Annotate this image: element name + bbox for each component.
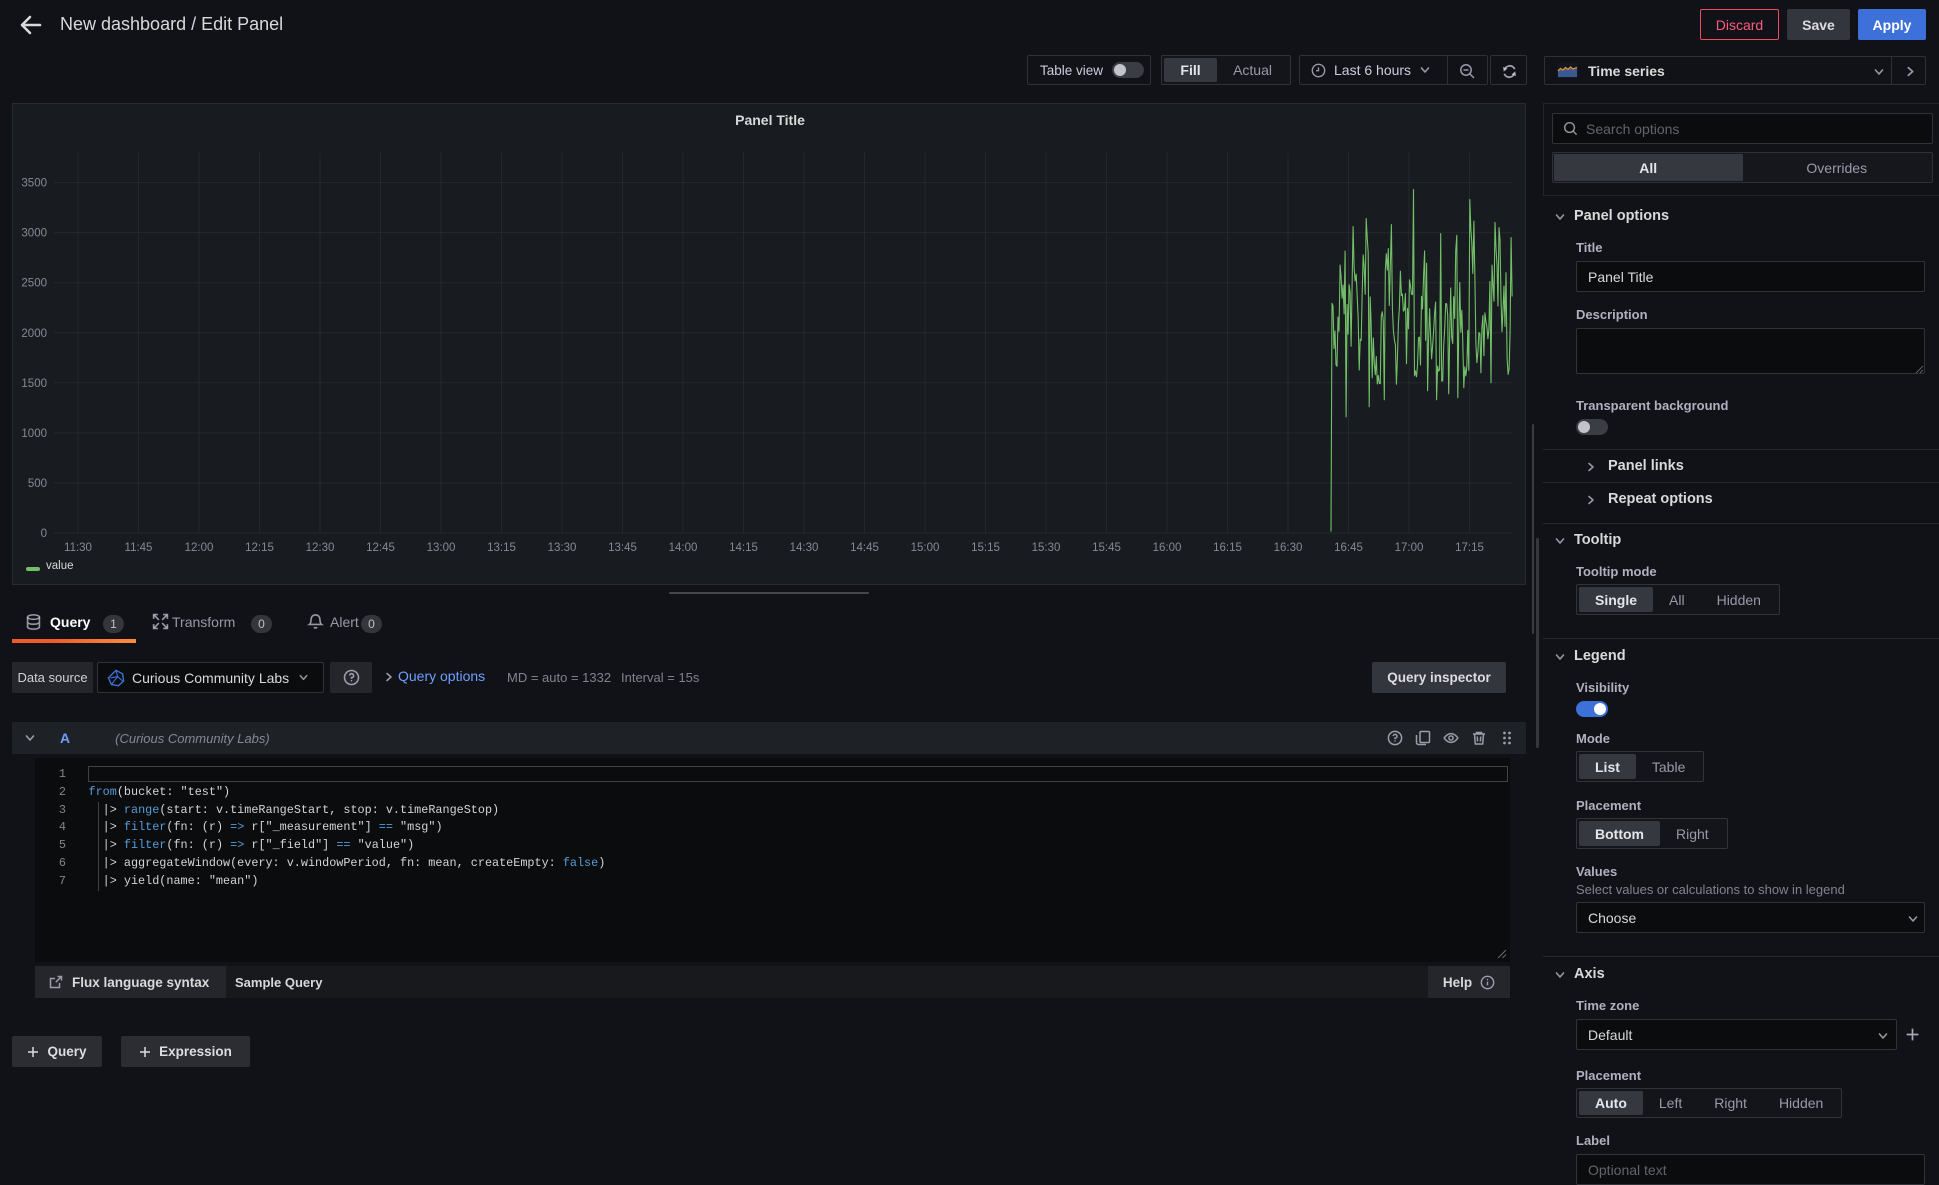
svg-text:3000: 3000	[21, 228, 47, 240]
svg-text:13:15: 13:15	[487, 542, 516, 554]
svg-text:15:30: 15:30	[1032, 542, 1061, 554]
svg-text:11:30: 11:30	[64, 542, 92, 554]
svg-text:16:15: 16:15	[1213, 542, 1242, 554]
svg-text:12:30: 12:30	[306, 542, 335, 554]
svg-text:14:30: 14:30	[790, 542, 819, 554]
svg-text:1500: 1500	[21, 378, 47, 390]
svg-text:0: 0	[41, 528, 47, 540]
svg-text:12:45: 12:45	[366, 542, 395, 554]
svg-text:12:00: 12:00	[185, 542, 214, 554]
svg-text:500: 500	[28, 478, 47, 490]
svg-text:13:30: 13:30	[548, 542, 577, 554]
svg-text:16:30: 16:30	[1274, 542, 1303, 554]
svg-text:14:45: 14:45	[850, 542, 879, 554]
svg-text:15:00: 15:00	[911, 542, 940, 554]
svg-text:3500: 3500	[21, 178, 47, 190]
svg-text:17:15: 17:15	[1455, 542, 1484, 554]
svg-text:14:15: 14:15	[729, 542, 758, 554]
svg-text:1000: 1000	[21, 428, 47, 440]
svg-text:15:15: 15:15	[971, 542, 1000, 554]
svg-text:12:15: 12:15	[245, 542, 274, 554]
svg-text:17:00: 17:00	[1395, 542, 1424, 554]
svg-text:15:45: 15:45	[1092, 542, 1121, 554]
svg-text:11:45: 11:45	[125, 542, 153, 554]
svg-text:14:00: 14:00	[669, 542, 698, 554]
svg-text:16:45: 16:45	[1334, 542, 1363, 554]
svg-text:13:00: 13:00	[427, 542, 456, 554]
svg-text:16:00: 16:00	[1153, 542, 1182, 554]
svg-text:13:45: 13:45	[608, 542, 637, 554]
svg-text:2000: 2000	[21, 328, 47, 340]
svg-text:2500: 2500	[21, 278, 47, 290]
